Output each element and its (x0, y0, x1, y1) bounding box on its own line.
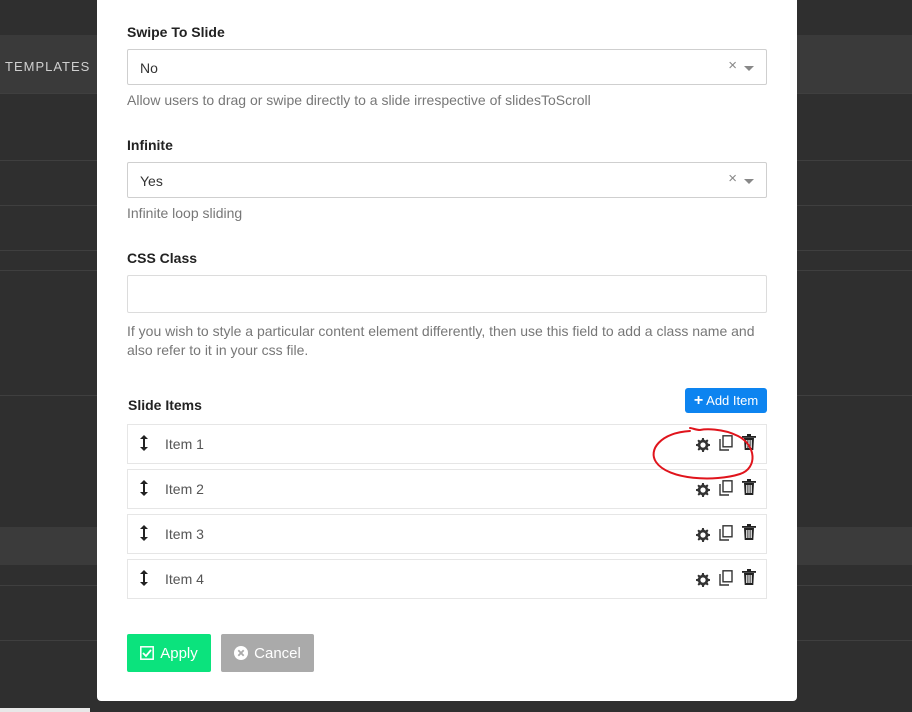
slider-settings-modal: Swipe To Slide No × Allow users to drag … (97, 0, 797, 701)
trash-icon[interactable] (742, 524, 756, 540)
item-label: Item 3 (165, 526, 204, 542)
trash-icon[interactable] (742, 569, 756, 585)
list-item[interactable]: Item 1 (127, 424, 767, 464)
duplicate-icon[interactable] (719, 570, 733, 586)
checkbox-check-icon (140, 646, 155, 660)
duplicate-icon[interactable] (719, 480, 733, 496)
chevron-down-icon[interactable] (744, 66, 754, 71)
swipe-to-slide-help: Allow users to drag or swipe directly to… (127, 92, 591, 108)
trash-icon[interactable] (742, 479, 756, 495)
apply-button[interactable]: Apply (127, 634, 211, 672)
background-footer-strip (0, 708, 90, 712)
swipe-to-slide-value: No (140, 60, 158, 76)
item-label: Item 2 (165, 481, 204, 497)
background-templates-tab: TEMPLATES (5, 59, 91, 74)
slide-items-label: Slide Items (128, 397, 202, 413)
duplicate-icon[interactable] (719, 435, 733, 451)
css-class-help: If you wish to style a particular conten… (127, 323, 755, 358)
apply-label: Apply (160, 644, 198, 662)
list-item[interactable]: Item 4 (127, 559, 767, 599)
gear-icon[interactable] (696, 527, 710, 543)
css-class-label: CSS Class (127, 250, 198, 266)
cancel-button[interactable]: Cancel (221, 634, 314, 672)
drag-handle-icon[interactable] (140, 570, 148, 586)
swipe-to-slide-label: Swipe To Slide (127, 24, 225, 40)
infinite-label: Infinite (127, 137, 173, 153)
chevron-down-icon[interactable] (744, 179, 754, 184)
drag-handle-icon[interactable] (140, 435, 148, 451)
gear-icon[interactable] (696, 437, 710, 453)
infinite-select[interactable]: Yes × (127, 162, 767, 198)
list-item[interactable]: Item 2 (127, 469, 767, 509)
drag-handle-icon[interactable] (140, 480, 148, 496)
infinite-value: Yes (140, 173, 163, 189)
drag-handle-icon[interactable] (140, 525, 148, 541)
clear-icon[interactable]: × (728, 170, 737, 187)
list-item[interactable]: Item 3 (127, 514, 767, 554)
trash-icon[interactable] (742, 434, 756, 450)
item-label: Item 1 (165, 436, 204, 452)
css-class-input[interactable] (127, 275, 767, 313)
add-item-label: Add Item (706, 393, 759, 408)
item-label: Item 4 (165, 571, 204, 587)
add-item-button[interactable]: + Add Item (685, 388, 767, 413)
clear-icon[interactable]: × (728, 57, 737, 74)
gear-icon[interactable] (696, 482, 710, 498)
cancel-circle-icon (234, 646, 249, 660)
duplicate-icon[interactable] (719, 525, 733, 541)
cancel-label: Cancel (254, 644, 301, 662)
gear-icon[interactable] (696, 572, 710, 588)
infinite-help: Infinite loop sliding (127, 205, 243, 221)
plus-icon: + (693, 391, 704, 409)
swipe-to-slide-select[interactable]: No × (127, 49, 767, 85)
